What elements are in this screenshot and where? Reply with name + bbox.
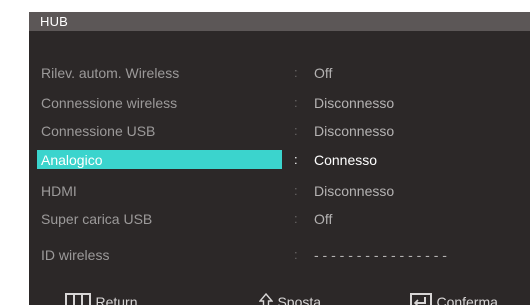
menu-title: HUB bbox=[40, 14, 69, 29]
confirm-button[interactable]: Conferma bbox=[410, 291, 498, 305]
row-separator: : bbox=[294, 247, 298, 262]
row-separator: : bbox=[294, 123, 298, 138]
row-label: Rilev. autom. Wireless bbox=[41, 65, 180, 81]
enter-icon bbox=[410, 293, 432, 305]
row-separator: : bbox=[294, 152, 298, 167]
row-separator: : bbox=[294, 211, 298, 226]
return-button[interactable]: Return bbox=[65, 291, 137, 305]
return-grid-icon bbox=[65, 293, 91, 305]
row-value: Connesso bbox=[314, 152, 378, 168]
menu-footer: Return Sposta Conferma bbox=[29, 291, 530, 305]
row-value: Disconnesso bbox=[314, 183, 395, 199]
row-value: Disconnesso bbox=[314, 95, 395, 111]
move-arrows-icon bbox=[258, 292, 274, 305]
row-value: Disconnesso bbox=[314, 123, 395, 139]
menu-row-hdmi[interactable]: HDMI : Disconnesso bbox=[29, 180, 530, 202]
row-label: Super carica USB bbox=[41, 211, 153, 227]
row-label: ID wireless bbox=[41, 247, 110, 263]
row-separator: : bbox=[294, 95, 298, 110]
confirm-label: Conferma bbox=[436, 294, 498, 305]
row-value: - - - - - - - - - - - - - - - - bbox=[314, 247, 447, 263]
row-label: HDMI bbox=[41, 183, 77, 199]
row-value: Off bbox=[314, 65, 333, 81]
row-label: Connessione USB bbox=[41, 123, 156, 139]
menu-header: HUB bbox=[29, 12, 530, 31]
row-separator: : bbox=[294, 65, 298, 80]
hub-osd-menu: HUB Rilev. autom. Wireless : Off Conness… bbox=[29, 12, 530, 305]
menu-row-wireless-id[interactable]: ID wireless : - - - - - - - - - - - - - … bbox=[29, 244, 530, 266]
row-value: Off bbox=[314, 211, 333, 227]
move-button[interactable]: Sposta bbox=[258, 291, 322, 305]
return-label: Return bbox=[95, 294, 138, 305]
menu-row-super-charge-usb[interactable]: Super carica USB : Off bbox=[29, 208, 530, 230]
menu-row-usb-connection[interactable]: Connessione USB : Disconnesso bbox=[29, 120, 530, 142]
menu-row-wireless-auto-detect[interactable]: Rilev. autom. Wireless : Off bbox=[29, 62, 530, 84]
row-label: Analogico bbox=[41, 152, 103, 168]
move-label: Sposta bbox=[277, 294, 322, 305]
menu-row-analog[interactable]: Analogico : Connesso bbox=[29, 149, 530, 171]
row-separator: : bbox=[294, 183, 298, 198]
menu-row-wireless-connection[interactable]: Connessione wireless : Disconnesso bbox=[29, 92, 530, 114]
row-label: Connessione wireless bbox=[41, 95, 178, 111]
